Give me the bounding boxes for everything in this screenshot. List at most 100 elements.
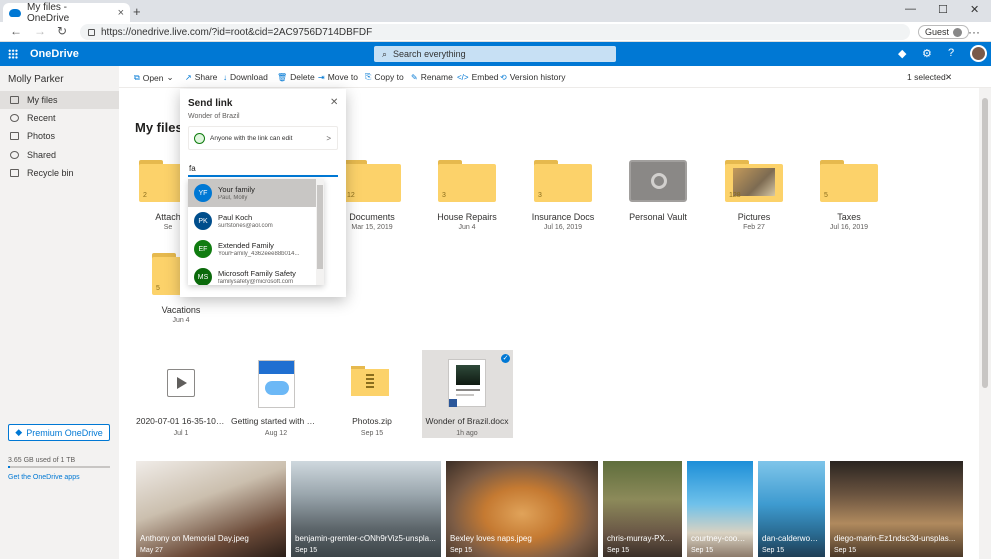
folder-date: Jun 4 — [458, 224, 476, 231]
folder-date: Jul 16, 2019 — [543, 224, 583, 231]
suggestion-name: Extended Family — [218, 241, 274, 250]
photo-date: Sep 15 — [834, 547, 857, 554]
suggestion-email: familysafety@microsoft.com — [218, 279, 294, 285]
selected-check-icon[interactable]: ✓ — [501, 354, 510, 363]
suggestion-microsoft-family-safety[interactable]: MS Microsoft Family Safety familysafety@m… — [188, 263, 316, 285]
file-date: 1h ago — [456, 430, 478, 437]
photo-tile[interactable]: benjamin-gremler-cONh9rViz5-unspla... Se… — [291, 461, 441, 557]
dialog-title: Send link — [188, 98, 233, 109]
photo-name: chris-murray-PXVQ... — [607, 534, 678, 543]
close-icon[interactable]: ✕ — [330, 97, 338, 108]
item-count: 2 — [143, 192, 147, 199]
share-icon: ↗ — [185, 72, 192, 82]
suggestion-extended-family[interactable]: EF Extended Family YourFamily_4362eee88b0… — [188, 235, 316, 263]
item-count: 128 — [729, 192, 741, 199]
search-box[interactable]: ⌕ Search everything — [374, 46, 616, 62]
premium-diamond-icon[interactable]: ◆ — [898, 47, 906, 60]
open-button[interactable]: ⧉ Open ⌄ — [134, 72, 174, 83]
photo-date: May 27 — [140, 547, 163, 554]
folder-icon — [10, 96, 19, 104]
profile-button[interactable]: Guest — [918, 25, 970, 39]
tab-title: My files - OneDrive — [27, 1, 70, 24]
permission-label: Anyone with the link can edit — [210, 134, 293, 142]
recipient-input[interactable]: fa — [188, 164, 338, 177]
back-button[interactable]: ← — [10, 24, 22, 38]
suggestion-name: Microsoft Family Safety — [218, 269, 296, 278]
folder-pictures[interactable]: 128 Pictures Feb 27 — [714, 160, 794, 231]
photo-date: Sep 15 — [450, 547, 473, 554]
brand-name[interactable]: OneDrive — [30, 48, 79, 60]
settings-gear-icon[interactable]: ⚙ — [922, 47, 932, 60]
folder-taxes[interactable]: 5 Taxes Jul 16, 2019 — [809, 160, 889, 231]
suite-header: OneDrive ⌕ Search everything ◆ ⚙ ? — [0, 42, 991, 66]
app-launcher-icon[interactable] — [8, 49, 18, 59]
version-history-button[interactable]: ⟲ Version history — [500, 72, 565, 82]
suggestion-name: Paul Koch — [218, 213, 253, 222]
nav-item-my-files[interactable]: My files — [0, 91, 119, 109]
rename-button[interactable]: ✎ Rename — [411, 72, 453, 82]
folder-date: Jun 4 — [172, 317, 190, 324]
photo-tile[interactable]: dan-calderwoo... Sep 15 — [758, 461, 825, 557]
zip-file-icon — [351, 366, 389, 396]
photo-name: diego-marin-Ez1ndsc3d-unsplas... — [834, 534, 956, 543]
page-scrollbar[interactable] — [979, 88, 991, 559]
nav-item-shared[interactable]: Shared — [0, 146, 119, 164]
link-permission-button[interactable]: Anyone with the link can edit > — [188, 126, 338, 150]
browser-tab[interactable]: My files - OneDrive × — [3, 1, 130, 24]
download-button[interactable]: ↓ Download — [223, 72, 268, 82]
photo-tile[interactable]: chris-murray-PXVQ... Sep 15 — [603, 461, 682, 557]
video-file-icon — [167, 369, 195, 397]
user-name: Molly Parker — [8, 74, 64, 85]
move-icon: ⇥ — [318, 72, 325, 82]
share-button[interactable]: ↗ Share — [185, 72, 217, 82]
avatar: PK — [194, 212, 212, 230]
vault-icon — [629, 160, 687, 202]
window-close-button[interactable]: ✕ — [970, 3, 979, 16]
folder-insurance-docs[interactable]: 3 Insurance Docs Jul 16, 2019 — [523, 160, 603, 231]
browser-menu-button[interactable]: ··· — [968, 25, 980, 39]
file-name: Photos.zip — [352, 416, 392, 426]
forward-button[interactable]: → — [34, 24, 46, 38]
suggestion-paul-koch[interactable]: PK Paul Koch surfstories@aol.com — [188, 207, 316, 235]
maximize-button[interactable]: ☐ — [938, 3, 948, 16]
url-field[interactable]: https://onedrive.live.com/?id=root&cid=2… — [80, 24, 910, 40]
photo-date: Sep 15 — [607, 547, 630, 554]
file-date: Aug 12 — [264, 430, 288, 437]
move-to-button[interactable]: ⇥ Move to — [318, 72, 358, 82]
storage-bar-fill — [8, 466, 11, 468]
photo-tile[interactable]: courtney-cook-... Sep 15 — [687, 461, 753, 557]
history-icon: ⟲ — [500, 72, 507, 82]
photo-name: benjamin-gremler-cONh9rViz5-unspla... — [295, 534, 436, 543]
get-apps-link[interactable]: Get the OneDrive apps — [8, 474, 80, 481]
globe-icon — [194, 132, 205, 144]
copy-to-button[interactable]: ⎘ Copy to — [365, 72, 404, 82]
storage-usage[interactable]: 3.65 GB used of 1 TB — [8, 457, 75, 464]
nav-item-recycle-bin[interactable]: Recycle bin — [0, 164, 119, 182]
send-link-dialog: Send link ✕ Wonder of Brazil Anyone with… — [180, 89, 346, 297]
suggestion-your-family[interactable]: YF Your family Paul, Molly — [188, 179, 316, 207]
folder-icon: 3 — [534, 160, 592, 202]
tab-close-button[interactable]: × — [118, 7, 124, 19]
file-name: 2020-07-01 16-35-10.m... — [136, 416, 226, 426]
photo-tile[interactable]: diego-marin-Ez1ndsc3d-unsplas... Sep 15 — [830, 461, 963, 557]
folder-icon: 128 — [725, 160, 783, 202]
account-avatar[interactable] — [970, 45, 987, 62]
nav-item-recent[interactable]: Recent — [0, 109, 119, 127]
minimize-button[interactable]: — — [905, 3, 916, 15]
folder-name: Insurance Docs — [531, 212, 595, 222]
open-label: Open — [142, 72, 164, 83]
address-bar: ← → ↻ https://onedrive.live.com/?id=root… — [0, 22, 991, 42]
photo-tile[interactable]: Anthony on Memorial Day.jpeg May 27 — [136, 461, 286, 557]
refresh-button[interactable]: ↻ — [57, 24, 67, 38]
photo-tile[interactable]: Bexley loves naps.jpeg Sep 15 — [446, 461, 598, 557]
folder-house-repairs[interactable]: 3 House Repairs Jun 4 — [427, 160, 507, 231]
folder-personal-vault[interactable]: Personal Vault — [618, 160, 698, 224]
help-icon[interactable]: ? — [948, 47, 954, 59]
new-tab-button[interactable]: + — [133, 4, 141, 19]
nav-item-photos[interactable]: Photos — [0, 127, 119, 145]
premium-button[interactable]: ◆ Premium OneDrive — [8, 424, 110, 441]
clear-selection-button[interactable]: ✕ — [945, 72, 952, 83]
embed-button[interactable]: </> Embed — [457, 72, 499, 82]
suggestion-scrollbar[interactable] — [316, 179, 324, 285]
delete-button[interactable]: 🗑 Delete — [277, 72, 315, 82]
